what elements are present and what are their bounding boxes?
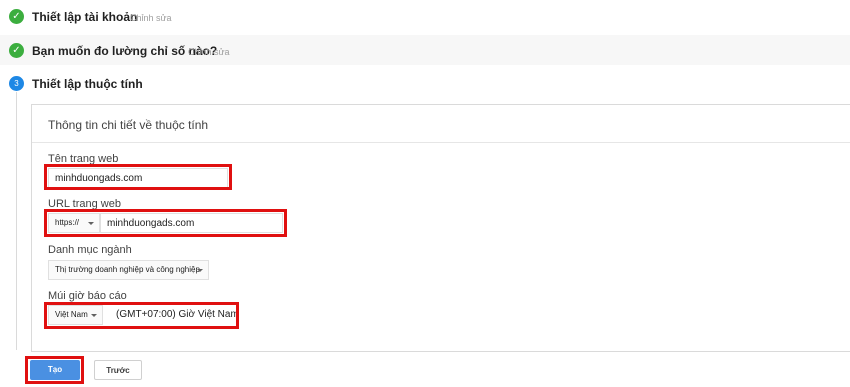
website-name-input[interactable]: minhduongads.com: [48, 168, 228, 188]
timezone-country-value: Việt Nam: [55, 310, 88, 319]
timezone-zone-value[interactable]: (GMT+07:00) Giờ Việt Nam: [116, 309, 239, 320]
step-title: Thiết lập tài khoản: [32, 10, 138, 24]
previous-button[interactable]: Trước: [94, 360, 142, 380]
card-title: Thông tin chi tiết về thuộc tính: [48, 118, 209, 132]
protocol-value: https://: [55, 218, 80, 227]
property-details-card: Thông tin chi tiết về thuộc tính Tên tra…: [31, 104, 850, 352]
step-title: Thiết lập thuộc tính: [32, 77, 143, 91]
step-connector-line: [16, 92, 17, 350]
card-header: Thông tin chi tiết về thuộc tính: [32, 105, 850, 143]
caret-down-icon: [88, 222, 94, 225]
step-account-setup: ✓ Thiết lập tài khoản Chỉnh sửa: [0, 2, 850, 32]
caret-down-icon: [91, 314, 97, 317]
step-measure: ✓ Bạn muốn đo lường chỉ số nào? Chỉnh sử…: [0, 35, 850, 65]
step-property-setup: 3 Thiết lập thuộc tính: [0, 69, 850, 99]
timezone-country-dropdown[interactable]: Việt Nam: [48, 305, 103, 325]
check-icon: ✓: [9, 9, 24, 24]
caret-down-icon: [197, 269, 203, 272]
edit-link[interactable]: Chỉnh sửa: [188, 47, 230, 57]
step-number-badge: 3: [9, 76, 24, 91]
website-name-label: Tên trang web: [48, 153, 119, 165]
create-button[interactable]: Tạo: [30, 360, 80, 380]
industry-value: Thị trường doanh nghiệp và công nghiệp: [55, 265, 200, 274]
website-url-input[interactable]: minhduongads.com: [100, 213, 283, 233]
edit-link[interactable]: Chỉnh sửa: [130, 13, 172, 23]
industry-dropdown[interactable]: Thị trường doanh nghiệp và công nghiệp: [48, 260, 209, 280]
industry-label: Danh mục ngành: [48, 244, 132, 256]
protocol-dropdown[interactable]: https://: [48, 213, 100, 233]
check-icon: ✓: [9, 43, 24, 58]
website-url-label: URL trang web: [48, 198, 121, 210]
timezone-label: Múi giờ báo cáo: [48, 290, 127, 302]
